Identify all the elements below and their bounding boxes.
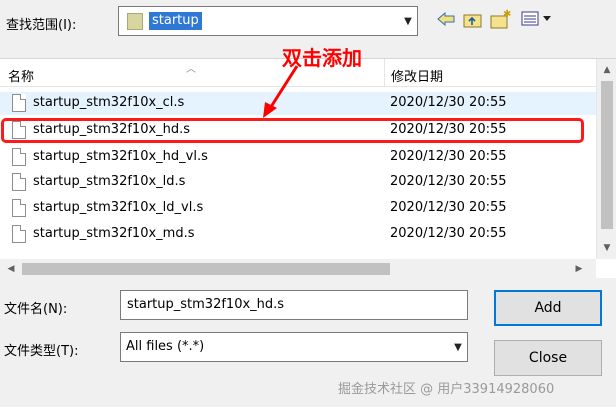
file-date: 2020/12/30 20:55 bbox=[390, 200, 507, 215]
new-folder-icon[interactable]: ✱ bbox=[490, 8, 512, 30]
list-item[interactable]: startup_stm32f10x_md.s 2020/12/30 20:55 bbox=[0, 223, 596, 246]
file-date: 2020/12/30 20:55 bbox=[390, 149, 507, 164]
list-item[interactable]: startup_stm32f10x_hd_vl.s 2020/12/30 20:… bbox=[0, 146, 596, 169]
column-header-name[interactable]: 名称 bbox=[8, 66, 34, 85]
scroll-right-icon[interactable]: ▶ bbox=[570, 260, 588, 278]
file-type-label: 文件类型(T): bbox=[4, 344, 79, 359]
file-name: startup_stm32f10x_cl.s bbox=[33, 95, 185, 110]
vertical-scrollbar[interactable]: ▲ ▼ bbox=[596, 59, 616, 259]
watermark-text: 掘金技术社区 @ 用户3391492806 bbox=[338, 382, 546, 397]
up-folder-icon[interactable] bbox=[462, 8, 484, 30]
file-name: startup_stm32f10x_md.s bbox=[33, 226, 195, 241]
horizontal-scrollbar[interactable]: ◀ ▶ bbox=[0, 259, 596, 278]
folder-icon bbox=[127, 13, 143, 30]
vertical-scroll-thumb[interactable] bbox=[601, 81, 613, 229]
back-arrow-icon[interactable] bbox=[435, 8, 457, 30]
watermark-suffix: 0 bbox=[545, 382, 555, 397]
file-name-input[interactable]: startup_stm32f10x_hd.s bbox=[120, 290, 468, 320]
file-icon bbox=[12, 148, 26, 166]
file-icon bbox=[12, 199, 26, 217]
view-menu-icon[interactable] bbox=[520, 8, 556, 30]
file-name: startup_stm32f10x_hd_vl.s bbox=[33, 149, 208, 164]
watermark: 掘金技术社区 @ 用户33914928060 bbox=[338, 378, 554, 397]
file-icon bbox=[12, 225, 26, 243]
look-in-value: startup bbox=[149, 12, 202, 30]
list-item[interactable]: startup_stm32f10x_ld.s 2020/12/30 20:55 bbox=[0, 171, 596, 194]
file-name-label: 文件名(N): bbox=[4, 302, 68, 317]
horizontal-scroll-thumb[interactable] bbox=[22, 263, 390, 275]
annotation-arrow-icon bbox=[263, 65, 299, 118]
file-icon bbox=[12, 173, 26, 191]
close-button[interactable]: Close bbox=[494, 340, 602, 376]
scroll-left-icon[interactable]: ◀ bbox=[2, 260, 20, 278]
file-list[interactable]: 名称 ︿ 修改日期 startup_stm32f10x_cl.s 2020/12… bbox=[0, 58, 616, 278]
file-date: 2020/12/30 20:55 bbox=[390, 95, 507, 110]
scroll-up-icon[interactable]: ▲ bbox=[598, 61, 616, 79]
sort-up-icon: ︿ bbox=[186, 64, 196, 75]
column-header-date[interactable]: 修改日期 bbox=[391, 66, 443, 85]
file-type-value: All files (*.*) bbox=[126, 339, 205, 354]
file-name: startup_stm32f10x_ld_vl.s bbox=[33, 200, 204, 215]
list-item[interactable]: startup_stm32f10x_ld_vl.s 2020/12/30 20:… bbox=[0, 197, 596, 220]
look-in-label: 查找范围(I): bbox=[6, 18, 77, 33]
file-icon bbox=[12, 94, 26, 112]
column-divider[interactable] bbox=[384, 59, 385, 87]
file-date: 2020/12/30 20:55 bbox=[390, 174, 507, 189]
svg-text:✱: ✱ bbox=[503, 9, 511, 20]
highlight-box bbox=[1, 118, 584, 143]
file-type-select[interactable]: All files (*.*) ▼ bbox=[120, 332, 468, 362]
chevron-down-icon[interactable]: ▼ bbox=[399, 7, 417, 35]
scroll-down-icon[interactable]: ▼ bbox=[598, 239, 616, 257]
chevron-down-icon[interactable]: ▼ bbox=[449, 333, 467, 361]
file-name: startup_stm32f10x_ld.s bbox=[33, 174, 186, 189]
file-date: 2020/12/30 20:55 bbox=[390, 226, 507, 241]
add-button[interactable]: Add bbox=[494, 290, 602, 326]
look-in-combo[interactable]: startup ▼ bbox=[118, 6, 418, 36]
